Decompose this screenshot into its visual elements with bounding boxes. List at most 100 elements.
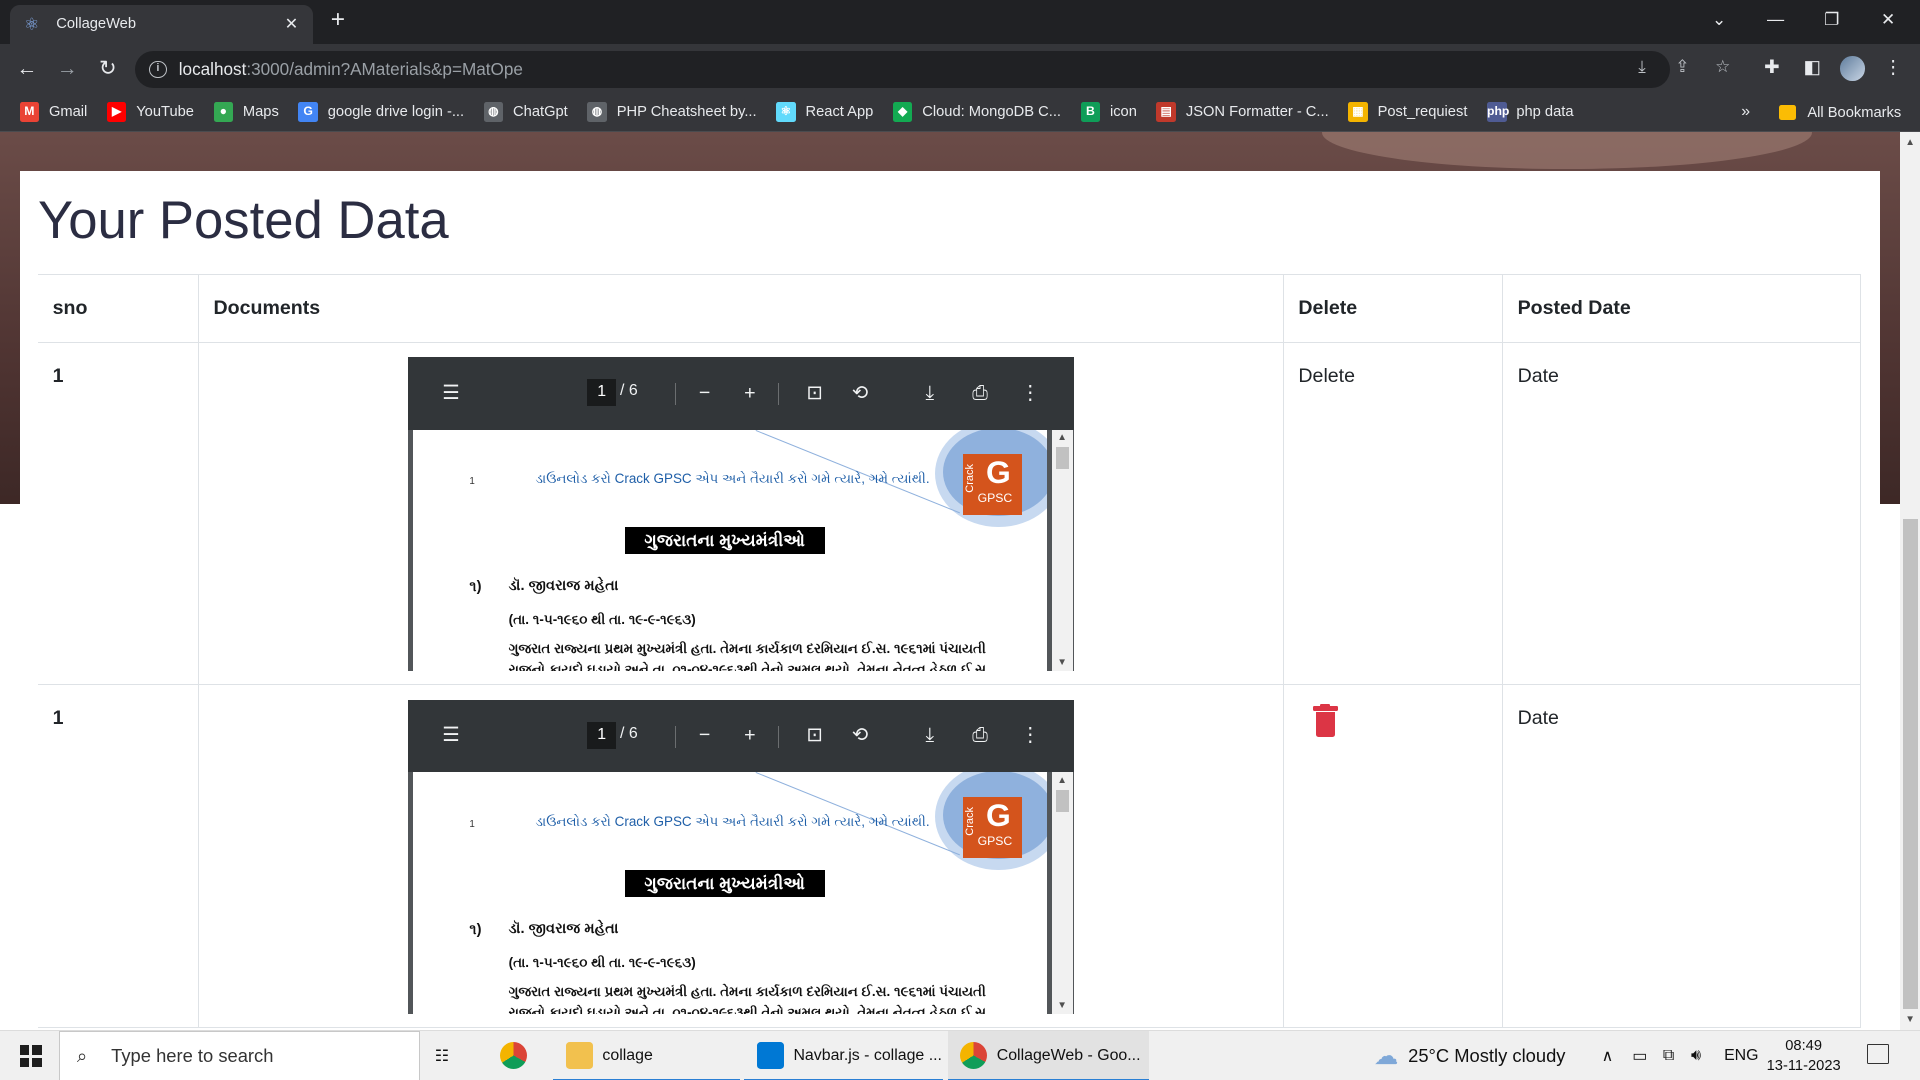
bookmark-item[interactable]: M Gmail xyxy=(19,102,87,122)
zoom-out-icon[interactable]: − xyxy=(691,723,718,747)
folder-icon xyxy=(1779,105,1797,120)
bookmark-item[interactable]: Bicon xyxy=(1080,102,1137,122)
hamburger-menu-icon[interactable]: ☰ xyxy=(438,723,465,747)
posted-data-table: sno Documents Delete Posted Date 1 ☰ 1 /… xyxy=(37,274,1862,1029)
print-icon[interactable]: ⎙ xyxy=(967,723,994,747)
all-bookmarks-button[interactable]: All Bookmarks xyxy=(1779,93,1901,132)
pdf-viewer[interactable]: ☰ 1 / 6 − + ⊡ ⟲ ⤓ ⎙ ⋮ Crack G GPSC 1 ડાઉ… xyxy=(408,357,1075,671)
pdf-scrollbar[interactable]: ▲ ▼ xyxy=(1052,429,1074,671)
share-icon[interactable]: ⇪ xyxy=(1670,56,1694,77)
bookmark-favicon-icon: ◍ xyxy=(483,102,504,122)
menu-icon[interactable]: ⋮ xyxy=(1880,56,1907,78)
vscode-icon xyxy=(756,1042,784,1070)
taskbar-app-chrome[interactable]: CollageWeb - Goo... xyxy=(947,1030,1149,1080)
page-content: Your Posted Data sno Documents Delete Po… xyxy=(0,132,1920,1030)
task-view-icon[interactable]: ☷ xyxy=(435,1031,467,1080)
chrome-taskbar-icon[interactable] xyxy=(495,1031,532,1080)
row-sno: 1 xyxy=(37,684,199,1029)
bookmark-item[interactable]: ◍ PHP Cheatsheet by... xyxy=(587,102,757,122)
print-icon[interactable]: ⎙ xyxy=(967,381,994,405)
page-scrollbar[interactable]: ▲ ▼ xyxy=(1900,132,1920,1030)
rotate-icon[interactable]: ⟲ xyxy=(847,381,874,405)
taskbar-app-collage[interactable]: collage xyxy=(553,1031,740,1080)
more-options-icon[interactable]: ⋮ xyxy=(1017,723,1044,747)
crack-gpsc-logo: Crack G GPSC xyxy=(962,796,1022,859)
bookmarks-overflow-icon[interactable]: » xyxy=(1741,103,1750,121)
profile-avatar[interactable] xyxy=(1840,56,1865,81)
row-posted-date: Date xyxy=(1502,684,1862,1029)
bookmark-item[interactable]: ▤ JSON Formatter - C... xyxy=(1156,102,1329,122)
close-tab-icon[interactable]: ✕ xyxy=(282,14,302,34)
system-clock[interactable]: 08:49 13-11-2023 xyxy=(1756,1036,1852,1078)
bookmark-item[interactable]: ▦ Post_requiest xyxy=(1348,102,1467,122)
fit-page-icon[interactable]: ⊡ xyxy=(801,723,828,747)
rotate-icon[interactable]: ⟲ xyxy=(847,723,874,747)
pdf-banner: ગુજરાતના મુખ્યમંત્રીઓ xyxy=(624,870,825,898)
pdf-body-line: રાજનો કાયદો ઘડાયો અને તા. ૦૧-૦૪-૧૯૬૩થી ત… xyxy=(508,662,987,671)
weather-widget[interactable]: ☁ 25°C Mostly cloudy xyxy=(1374,1031,1566,1080)
language-indicator[interactable]: ENG xyxy=(1724,1031,1758,1080)
bookmark-item[interactable]: ◆ Cloud: MongoDB C... xyxy=(892,102,1061,122)
pdf-body-line: રાજનો કાયદો ઘડાયો અને તા. ૦૧-૦૪-૧૯૬૩થી ત… xyxy=(508,1005,987,1014)
taskbar-app-vscode[interactable]: Navbar.js - collage ... xyxy=(744,1031,943,1080)
bookmarks-bar: M Gmail ▶ YouTube ● Maps Ggoogle drive login -… xyxy=(0,93,1920,133)
bookmark-star-icon[interactable]: ☆ xyxy=(1711,56,1735,77)
cloud-icon: ☁ xyxy=(1373,1042,1399,1070)
side-panel-icon[interactable]: ◧ xyxy=(1799,56,1826,78)
bookmark-item[interactable]: ● Maps xyxy=(213,102,279,122)
bookmark-item[interactable]: ◍ ChatGpt xyxy=(483,102,568,122)
close-window-icon[interactable]: ✕ xyxy=(1860,0,1916,39)
new-tab-button[interactable]: + xyxy=(326,6,350,34)
fit-page-icon[interactable]: ⊡ xyxy=(801,381,828,405)
pdf-toolbar: ☰ 1 / 6 − + ⊡ ⟲ ⤓ ⎙ ⋮ xyxy=(408,357,1075,430)
install-icon[interactable]: ⤓ xyxy=(1630,56,1654,77)
minimize-icon[interactable]: — xyxy=(1747,0,1803,39)
pdf-scrollbar[interactable]: ▲ ▼ xyxy=(1052,772,1074,1014)
bookmark-item[interactable]: Ggoogle drive login -... xyxy=(298,102,464,122)
site-info-icon[interactable]: i xyxy=(149,61,167,79)
address-bar[interactable]: i localhost:3000/admin?AMaterials&p=MatO… xyxy=(134,51,1671,89)
back-icon[interactable]: ← xyxy=(12,54,41,83)
browser-tab[interactable]: ⚛ CollageWeb ✕ xyxy=(9,4,314,45)
pdf-page-input[interactable]: 1 xyxy=(586,379,617,407)
reload-icon[interactable]: ↻ xyxy=(93,54,122,83)
row-delete-cell xyxy=(1283,684,1503,1029)
more-options-icon[interactable]: ⋮ xyxy=(1017,381,1044,405)
zoom-out-icon[interactable]: − xyxy=(691,381,718,405)
bookmark-favicon-icon: B xyxy=(1080,102,1101,122)
tab-title: CollageWeb xyxy=(56,16,137,33)
url-text[interactable]: localhost:3000/admin?AMaterials&p=MatOpe xyxy=(179,59,523,80)
pdf-page: Crack G GPSC 1 ડાઉનલોડ કરો Crack GPSC એપ… xyxy=(413,429,1048,671)
forward-icon[interactable]: → xyxy=(53,54,82,83)
extensions-icon[interactable]: ✚ xyxy=(1758,56,1785,78)
zoom-in-icon[interactable]: + xyxy=(736,723,763,747)
bookmark-item[interactable]: php php data xyxy=(1486,102,1574,122)
taskbar-search-box[interactable]: ⌕ Type here to search xyxy=(58,1030,420,1080)
bookmark-item[interactable]: ▶ YouTube xyxy=(106,102,194,122)
trash-icon[interactable] xyxy=(1313,703,1338,738)
bookmark-item[interactable]: ⚛ React App xyxy=(776,102,873,122)
tab-search-icon[interactable]: ⌄ xyxy=(1691,0,1747,39)
notifications-icon[interactable] xyxy=(1867,1044,1890,1064)
windows-taskbar: ⌕ Type here to search ☷ collage Navbar.j… xyxy=(0,1029,1920,1080)
volume-icon[interactable]: 🔊︎ xyxy=(1691,1031,1701,1080)
tray-chevron-icon[interactable]: ∧ xyxy=(1602,1031,1614,1080)
hamburger-menu-icon[interactable]: ☰ xyxy=(438,381,465,405)
pdf-download-line: ડાઉનલોડ કરો Crack GPSC એપ અને તૈયારી કરો… xyxy=(535,813,930,829)
bookmark-favicon-icon: ▤ xyxy=(1156,102,1177,122)
pdf-page-input[interactable]: 1 xyxy=(586,722,617,750)
meet-now-icon[interactable]: ⧉ xyxy=(1663,1031,1674,1080)
battery-icon[interactable]: ▭ xyxy=(1632,1031,1647,1080)
pdf-banner: ગુજરાતના મુખ્યમંત્રીઓ xyxy=(624,527,825,555)
page-scrollbar-thumb[interactable] xyxy=(1902,519,1918,1009)
download-icon[interactable]: ⤓ xyxy=(916,723,943,747)
row-sno: 1 xyxy=(37,342,199,686)
zoom-in-icon[interactable]: + xyxy=(736,381,763,405)
pdf-body-line: ગુજરાત રાજ્યના પ્રથમ મુખ્યમંત્રી હતા. તે… xyxy=(508,641,986,657)
delete-link[interactable]: Delete xyxy=(1298,365,1355,387)
pdf-item-dates: (તા. ૧-૫-૧૯૬૦ થી તા. ૧૯-૯-૧૯૬૩) xyxy=(508,611,696,627)
windows-start-icon[interactable] xyxy=(19,1045,42,1068)
download-icon[interactable]: ⤓ xyxy=(916,381,943,405)
restore-icon[interactable]: ❐ xyxy=(1804,0,1860,39)
pdf-viewer[interactable]: ☰ 1 / 6 − + ⊡ ⟲ ⤓ ⎙ ⋮ Crack G GPSC 1 ડાઉ… xyxy=(408,700,1075,1014)
